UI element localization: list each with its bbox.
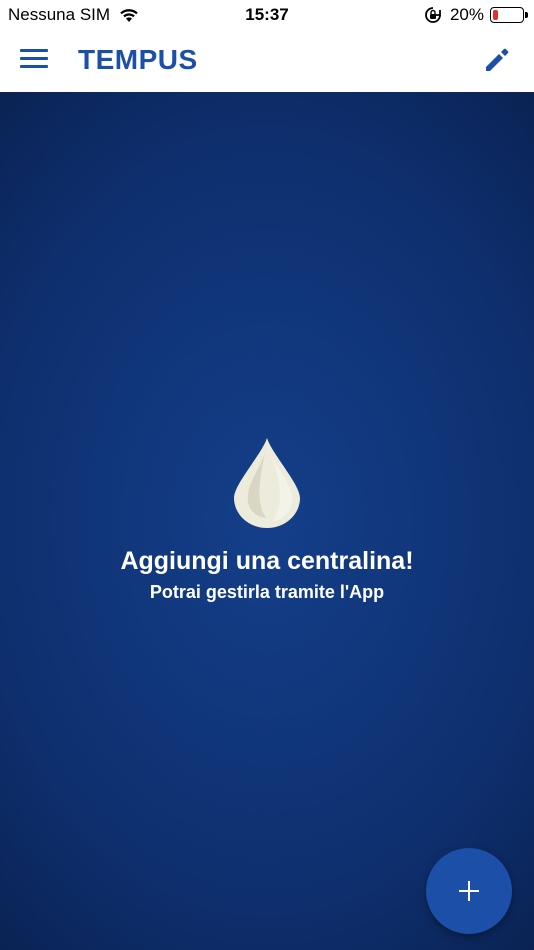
empty-state-subtitle: Potrai gestirla tramite l'App — [149, 582, 385, 602]
battery-icon — [490, 7, 528, 23]
battery-fill — [493, 10, 498, 20]
app-title: TEMPUS — [78, 44, 198, 75]
battery-percent: 20% — [449, 5, 484, 24]
main-content: Aggiungi una centralina! Potrai gestirla… — [0, 92, 534, 950]
status-right: 20% — [424, 5, 528, 25]
add-device-button[interactable] — [426, 848, 512, 934]
status-bar: Nessuna SIM 15:37 20% — [0, 0, 534, 30]
rotation-lock-icon — [425, 7, 441, 23]
water-drop-icon — [234, 438, 300, 528]
menu-icon[interactable] — [20, 49, 48, 73]
app-bar: TEMPUS — [0, 30, 534, 92]
plus-icon — [459, 881, 479, 901]
edit-pencil-icon[interactable] — [482, 45, 512, 75]
empty-state-title: Aggiungi una centralina! — [120, 547, 414, 575]
